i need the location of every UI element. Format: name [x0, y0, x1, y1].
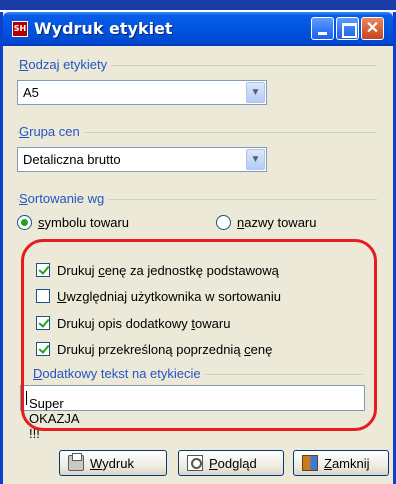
price-group-value: Detaliczna brutto [23, 152, 121, 167]
label-type-value: A5 [23, 85, 39, 100]
checkbox-checked[interactable] [36, 342, 50, 356]
checkbox[interactable] [36, 289, 50, 303]
window-title: Wydruk etykiet [34, 19, 173, 38]
label-type-group-label: Rodzaj etykiety [19, 57, 112, 72]
exit-door-icon [302, 455, 318, 471]
app-icon: SH [12, 21, 28, 37]
radio-label: symbolu towaru [38, 215, 130, 230]
print-labels-dialog: SH Wydruk etykiet Rodzaj etykiety A5 ▼ G… [0, 12, 396, 484]
preview-icon [187, 455, 203, 471]
checkbox-checked[interactable] [36, 316, 50, 330]
additional-text-label: Dodatkowy tekst na etykiecie [33, 366, 205, 381]
radio-label: nazwy towaru [237, 215, 317, 230]
maximize-button[interactable] [336, 17, 359, 40]
chevron-down-icon[interactable]: ▼ [246, 149, 265, 170]
checkbox-checked[interactable] [36, 263, 50, 277]
checkbox-label: Drukuj cenę za jednostkę podstawową [57, 263, 279, 278]
close-button-label: Zamknij [324, 456, 370, 471]
preview-button[interactable]: Podgląd [178, 450, 284, 476]
print-button[interactable]: Wydruk [59, 450, 167, 476]
parent-window-strip [0, 0, 396, 12]
minimize-button[interactable] [311, 17, 334, 40]
print-button-label: Wydruk [90, 456, 134, 471]
additional-text-input[interactable]: Super OKAZJA !!! [20, 385, 365, 441]
close-window-button[interactable] [361, 17, 384, 40]
sort-group-label: Sortowanie wg [19, 191, 109, 206]
close-button[interactable]: Zamknij [293, 450, 389, 476]
radio-button[interactable] [216, 215, 231, 230]
checkbox-label: Drukuj przekreśloną poprzednią cenę [57, 342, 273, 357]
checkbox-label: Drukuj opis dodatkowy towaru [57, 316, 231, 331]
price-group-select[interactable]: Detaliczna brutto ▼ [17, 147, 267, 172]
chevron-down-icon[interactable]: ▼ [246, 82, 265, 103]
preview-button-label: Podgląd [209, 456, 257, 471]
title-bar[interactable]: SH Wydruk etykiet [3, 12, 393, 46]
checkbox-label: Uwzględniaj użytkownika w sortowaniu [57, 289, 281, 304]
radio-button-checked[interactable] [17, 215, 32, 230]
price-group-label: Grupa cen [19, 124, 84, 139]
label-type-select[interactable]: A5 ▼ [17, 80, 267, 105]
printer-icon [68, 453, 84, 471]
